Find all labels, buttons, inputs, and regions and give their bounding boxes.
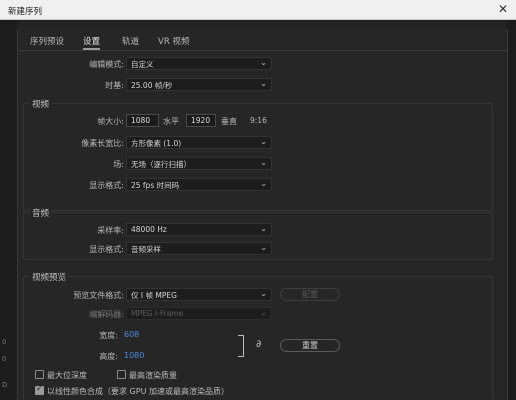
close-icon[interactable]: ✕ [498, 2, 508, 16]
video-group-title: 视频 [30, 98, 52, 110]
chevron-down-icon: ⌄ [260, 308, 267, 317]
codec-label: 编解码器: [89, 310, 124, 319]
window-titlebar: 新建序列 ✕ [0, 0, 516, 20]
audio-display-format-value: 音频采样 [131, 245, 161, 254]
audio-group-title: 音频 [30, 207, 52, 219]
codec-dropdown[interactable]: MPEG I-Frame ⌄ [126, 307, 272, 320]
fields-dropdown[interactable]: 无场（逐行扫描） ⌄ [126, 157, 272, 170]
chevron-down-icon: ⌄ [260, 289, 267, 298]
window-title: 新建序列 [8, 7, 43, 17]
frame-height-input[interactable]: 1920 [186, 114, 216, 127]
tab-divider [18, 50, 507, 51]
background-text: 0 [2, 355, 7, 363]
preview-height-label: 高度: [99, 352, 118, 361]
sample-rate-value: 48000 Hz [131, 225, 167, 234]
edit-mode-label: 编辑模式: [89, 60, 124, 69]
link-icon[interactable]: ∂ [256, 339, 261, 350]
frame-width-value: 1080 [131, 116, 151, 125]
tab-settings[interactable]: 设置 [83, 35, 101, 50]
fields-label: 场: [113, 160, 124, 169]
max-render-quality-checkbox[interactable] [117, 370, 126, 379]
vertical-label: 垂直 [221, 117, 237, 126]
audio-display-format-label: 显示格式: [89, 245, 124, 254]
video-display-format-value: 25 fps 时间码 [131, 181, 180, 190]
preview-width-value[interactable]: 608 [124, 330, 139, 339]
chevron-down-icon: ⌄ [260, 179, 267, 188]
tab-vr-video[interactable]: VR 视频 [158, 35, 189, 47]
tab-tracks[interactable]: 轨道 [122, 35, 139, 47]
preview-file-format-dropdown[interactable]: 仅 I 帧 MPEG ⌄ [126, 288, 272, 301]
edit-mode-value: 自定义 [131, 60, 154, 69]
preview-file-format-label: 预览文件格式: [73, 291, 124, 300]
timebase-dropdown[interactable]: 25.00 帧/秒 ⌄ [126, 78, 272, 91]
sample-rate-dropdown[interactable]: 48000 Hz ⌄ [126, 223, 272, 236]
configure-button[interactable]: 配置 [280, 288, 340, 301]
preview-width-label: 宽度: [99, 331, 118, 340]
max-render-quality-label: 最高渲染质量 [129, 371, 177, 380]
linear-color-label: 以线性颜色合成（要求 GPU 加速或最高渲染品质） [47, 387, 229, 396]
background-text: 0 [2, 338, 7, 346]
link-bracket [238, 335, 244, 357]
pixel-aspect-label: 像素长宽比: [81, 139, 124, 148]
timebase-value: 25.00 帧/秒 [131, 81, 173, 90]
fields-value: 无场（逐行扫描） [131, 160, 191, 169]
frame-width-input[interactable]: 1080 [126, 114, 159, 127]
frame-height-value: 1920 [191, 116, 211, 125]
aspect-ratio-text: 9:16 [250, 116, 267, 125]
reset-button[interactable]: 重置 [280, 339, 340, 352]
linear-color-checkbox[interactable] [35, 384, 44, 395]
video-display-format-dropdown[interactable]: 25 fps 时间码 ⌄ [126, 178, 272, 191]
preview-file-format-value: 仅 I 帧 MPEG [131, 291, 177, 300]
background-panel-left: 0 0 D [0, 20, 17, 400]
video-display-format-label: 显示格式: [89, 181, 124, 190]
horizontal-label: 水平 [163, 117, 179, 126]
chevron-down-icon: ⌄ [260, 137, 267, 146]
timebase-label: 时基: [105, 81, 124, 90]
sample-rate-label: 采样率: [97, 226, 124, 235]
tab-sequence-presets[interactable]: 序列预设 [30, 35, 64, 47]
preview-height-value[interactable]: 1080 [124, 351, 144, 360]
video-preview-group-title: 视频预览 [30, 271, 69, 283]
codec-value: MPEG I-Frame [131, 309, 184, 318]
edit-mode-dropdown[interactable]: 自定义 ⌄ [126, 57, 272, 70]
pixel-aspect-dropdown[interactable]: 方形像素 (1.0) ⌄ [126, 136, 272, 149]
chevron-down-icon: ⌄ [260, 243, 267, 252]
chevron-down-icon: ⌄ [260, 224, 267, 233]
audio-display-format-dropdown[interactable]: 音频采样 ⌄ [126, 242, 272, 255]
pixel-aspect-value: 方形像素 (1.0) [131, 139, 182, 148]
chevron-down-icon: ⌄ [260, 58, 267, 67]
max-bit-depth-checkbox[interactable] [35, 370, 44, 379]
chevron-down-icon: ⌄ [260, 158, 267, 167]
chevron-down-icon: ⌄ [260, 79, 267, 88]
new-sequence-dialog: 序列预设 设置 轨道 VR 视频 编辑模式: 自定义 ⌄ 时基: 25.00 帧… [17, 29, 508, 400]
background-text: D [2, 381, 8, 389]
max-bit-depth-label: 最大位深度 [47, 371, 87, 380]
frame-size-label: 帧大小: [97, 117, 124, 126]
